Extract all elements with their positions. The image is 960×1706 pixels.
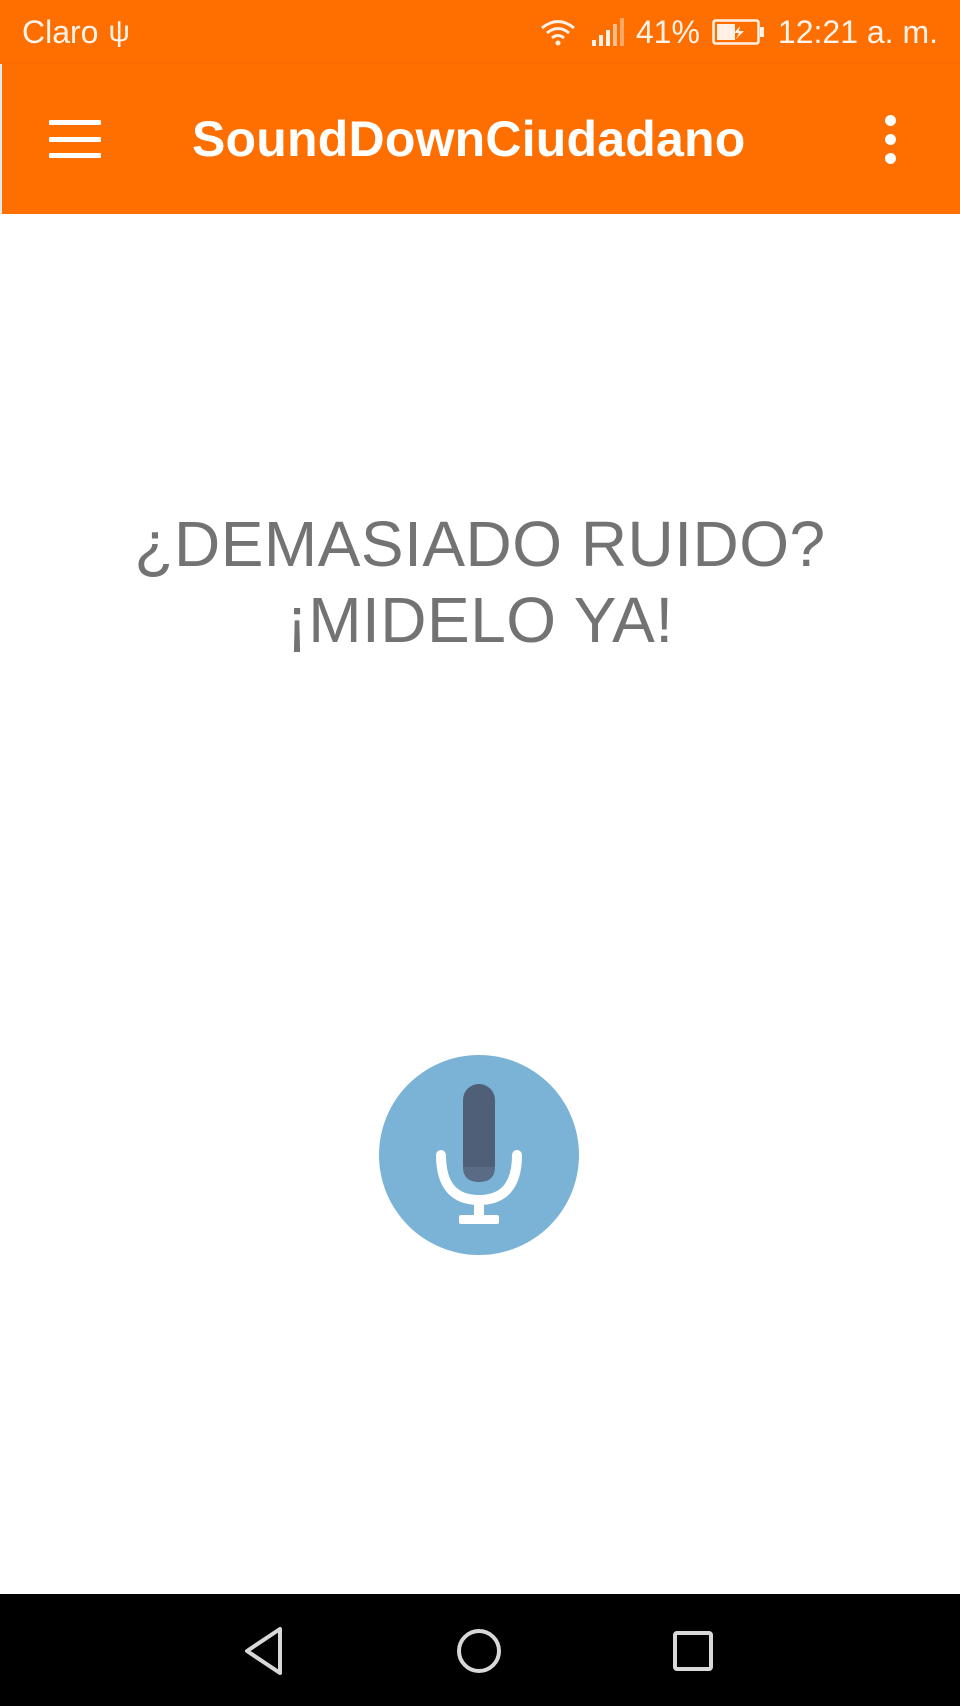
overflow-menu-button[interactable] [850,94,930,184]
navigation-bar [0,1594,960,1706]
status-left: Claro ψ [22,14,130,51]
signal-icon [591,18,624,46]
carrier-label: Claro [22,13,99,50]
hamburger-menu-icon [49,120,101,158]
back-triangle-icon [245,1627,282,1675]
home-circle-icon [457,1629,501,1673]
app-bar: SoundDownCiudadano [0,64,960,214]
more-vert-icon-dot [884,114,896,126]
more-vert-icon-dot [884,133,896,145]
status-right: 41% 12:21 a. m. [538,14,938,51]
nav-back-button[interactable] [232,1616,302,1686]
headline-line-2: ¡MIDELO YA! [286,584,674,656]
usb-icon: ψ [108,15,130,48]
app-title: SoundDownCiudadano [192,111,746,167]
more-vert-icon-dot [884,152,896,164]
microphone-icon [436,1084,522,1224]
battery-percent: 41% [635,13,700,50]
main-content: ¿DEMASIADO RUIDO? ¡MIDELO YA! [0,214,960,1594]
recents-square-icon [673,1631,713,1671]
record-button[interactable] [379,1055,579,1255]
battery-charging-icon [712,19,764,45]
menu-button[interactable] [30,94,120,184]
screen: Claro ψ 41% 12:21 a. m. SoundDownCiudada… [0,0,960,1706]
wifi-icon [540,20,575,46]
status-bar: Claro ψ 41% 12:21 a. m. [0,0,960,64]
clock: 12:21 a. m. [777,13,938,50]
headline-line-1: ¿DEMASIADO RUIDO? [134,508,826,580]
nav-home-button[interactable] [444,1616,514,1686]
nav-recents-button[interactable] [658,1616,728,1686]
headline: ¿DEMASIADO RUIDO? ¡MIDELO YA! [0,506,960,658]
